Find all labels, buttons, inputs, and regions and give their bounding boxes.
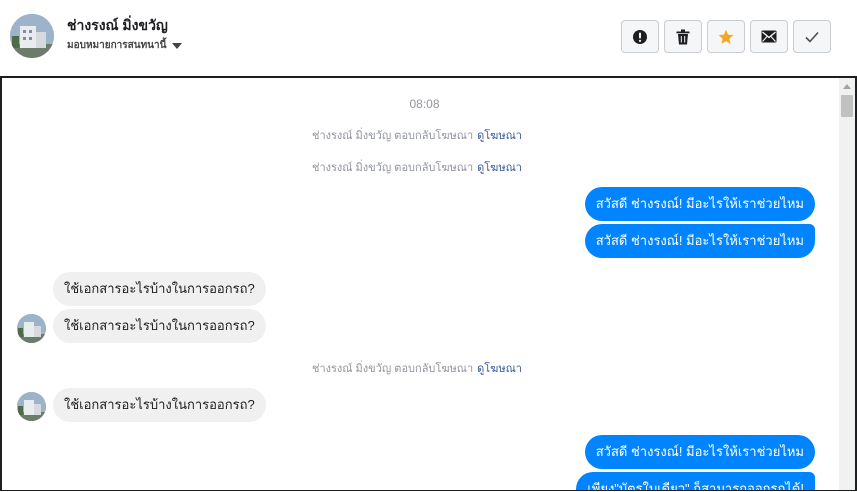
delete-button[interactable]: [664, 20, 702, 53]
exclamation-circle-icon: [633, 29, 647, 44]
mark-unread-button[interactable]: [750, 20, 788, 53]
view-ad-link[interactable]: ดูโฆษณา: [477, 363, 522, 375]
timestamp: 08:08: [409, 97, 440, 111]
outgoing-message[interactable]: สวัสดี ช่างรงณ์! มีอะไรให้เราช่วยไหม: [584, 187, 815, 221]
system-message-text: ช่างรงณ์ มิ่งขวัญ ตอบกลับโฆษณา: [312, 130, 474, 142]
system-message-text: ช่างรงณ์ มิ่งขวัญ ตอบกลับโฆษณา: [312, 363, 474, 375]
scroll-thumb[interactable]: [841, 95, 853, 117]
trash-icon: [676, 29, 690, 44]
system-message: ช่างรงณ์ มิ่งขวัญ ตอบกลับโฆษณา ดูโฆษณา: [2, 126, 832, 144]
outgoing-message[interactable]: สวัสดี ช่างรงณ์! มีอะไรให้เราช่วยไหม: [584, 224, 815, 258]
contact-avatar-small[interactable]: [17, 392, 46, 421]
scrollbar[interactable]: [839, 78, 855, 490]
system-message: ช่างรงณ์ มิ่งขวัญ ตอบกลับโฆษณา ดูโฆษณา: [2, 359, 832, 377]
mark-spam-button[interactable]: [621, 20, 659, 53]
caret-down-icon: [172, 42, 183, 49]
mark-done-button[interactable]: [793, 20, 831, 53]
scroll-up-arrow-icon[interactable]: [843, 84, 851, 89]
checkmark-icon: [805, 31, 819, 43]
conversation-actions: [621, 20, 831, 53]
contact-avatar-small[interactable]: [17, 314, 46, 343]
message-thread[interactable]: 08:08 ช่างรงณ์ มิ่งขวัญ ตอบกลับโฆษณา ดูโฆ…: [0, 76, 857, 491]
incoming-message[interactable]: ใช้เอกสารอะไรบ้างในการออกรถ?: [53, 272, 266, 306]
outgoing-message[interactable]: สวัสดี ช่างรงณ์! มีอะไรให้เราช่วยไหม: [584, 435, 815, 469]
incoming-message[interactable]: ใช้เอกสารอะไรบ้างในการออกรถ?: [53, 309, 266, 343]
conversation-header: ช่างรงณ์ มิ่งขวัญ มอบหมายการสนทนานี้: [0, 0, 857, 74]
outgoing-message[interactable]: เพียง"บัตรใบเดียว" ก็สามารถออกรถได้!: [576, 472, 815, 490]
view-ad-link[interactable]: ดูโฆษณา: [477, 130, 522, 142]
envelope-icon: [761, 30, 777, 43]
system-message-text: ช่างรงณ์ มิ่งขวัญ ตอบกลับโฆษณา: [312, 162, 474, 174]
incoming-message[interactable]: ใช้เอกสารอะไรบ้างในการออกรถ?: [53, 388, 266, 422]
contact-avatar[interactable]: [10, 14, 54, 58]
assign-conversation-dropdown[interactable]: มอบหมายการสนทนานี้: [67, 38, 183, 53]
system-message: ช่างรงณ์ มิ่งขวัญ ตอบกลับโฆษณา ดูโฆษณา: [2, 158, 832, 176]
star-icon: [718, 29, 734, 44]
assign-label: มอบหมายการสนทนานี้: [67, 40, 167, 51]
contact-name[interactable]: ช่างรงณ์ มิ่งขวัญ: [67, 15, 168, 37]
view-ad-link[interactable]: ดูโฆษณา: [477, 162, 522, 174]
star-button[interactable]: [707, 20, 745, 53]
